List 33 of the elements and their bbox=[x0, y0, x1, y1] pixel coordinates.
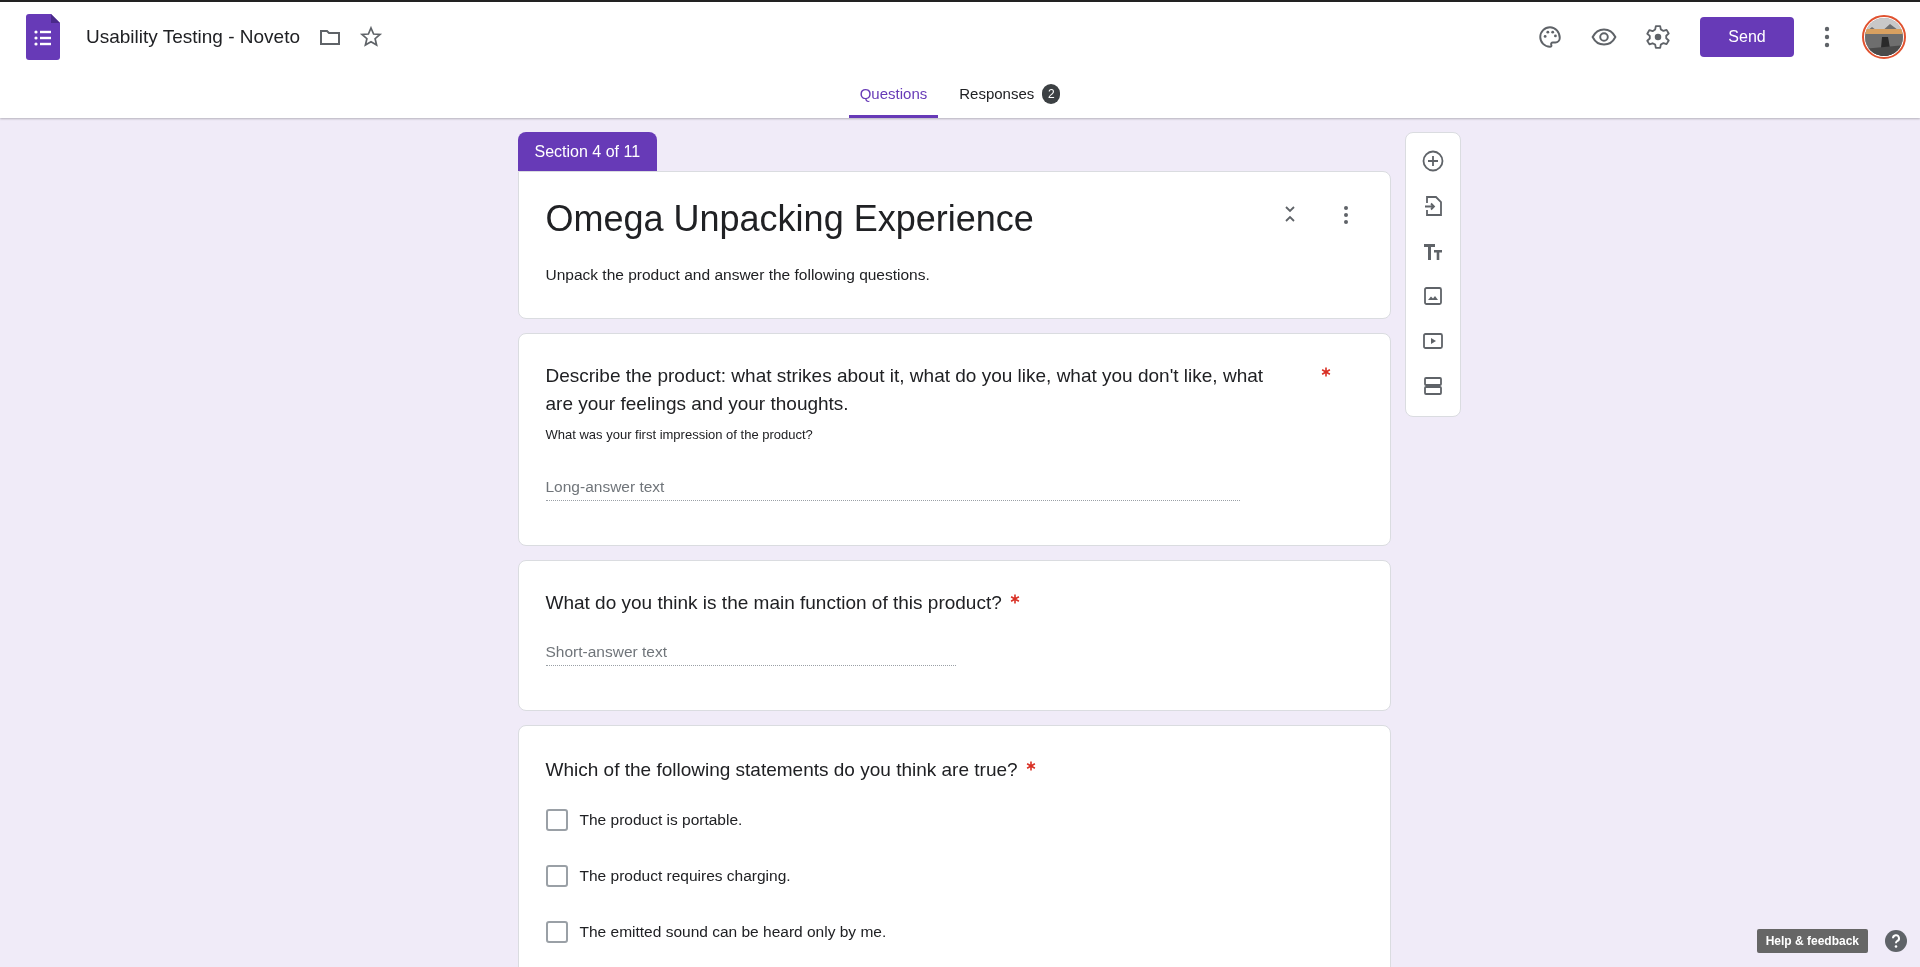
forms-logo-icon[interactable] bbox=[26, 14, 60, 60]
section-card[interactable]: Omega Unpacking Experience Unpack the product and answer the following questions. bbox=[517, 171, 1391, 319]
count-badge: 2 bbox=[1042, 83, 1061, 104]
section-description[interactable]: Unpack the product and answer the following questions. bbox=[545, 266, 1363, 284]
question-text: What do you think is the main function of this product? bbox=[545, 591, 1002, 616]
question-card[interactable]: Describe the product: what strikes about it, what do you like, what you don't like, what are your feelings and your thoughts. What was your first impression of the product? Long-answer text bbox=[517, 333, 1391, 547]
settings-icon[interactable] bbox=[1645, 24, 1671, 50]
checkbox[interactable] bbox=[545, 921, 568, 944]
question-card[interactable]: Which of the following statements do you think are true? The product is portable. The product requires charging. The emitted sound can be heard only by me. bbox=[517, 724, 1391, 967]
checkbox[interactable] bbox=[545, 865, 568, 888]
checkbox[interactable] bbox=[545, 809, 568, 832]
question-description: What was your first impression of the product? bbox=[545, 427, 814, 443]
more-options-icon[interactable] bbox=[1824, 25, 1830, 49]
palette-icon[interactable] bbox=[1537, 24, 1563, 50]
help-tooltip: Help & feedback bbox=[1756, 929, 1868, 953]
more-options-icon[interactable] bbox=[1342, 204, 1349, 226]
option-label: The product requires charging. bbox=[579, 867, 791, 886]
add-question-icon[interactable] bbox=[1420, 149, 1445, 173]
tab[interactable]: Questions bbox=[848, 72, 939, 118]
help-icon[interactable] bbox=[1884, 929, 1908, 953]
option-label: The product is portable. bbox=[579, 811, 743, 830]
question-card[interactable]: What do you think is the main function of this product? Short-answer text bbox=[517, 560, 1391, 711]
tab[interactable]: Responses 2 bbox=[948, 72, 1072, 118]
document-title[interactable]: Usability Testing - Noveto bbox=[86, 26, 301, 48]
question-text: Describe the product: what strikes about it, what do you like, what you don't like, what are your feelings and your thoughts. bbox=[545, 364, 1265, 416]
star-icon[interactable] bbox=[359, 25, 384, 49]
question-text: Which of the following statements do you think are true? bbox=[545, 757, 1018, 782]
answer-field: Short-answer text bbox=[545, 642, 956, 666]
send-button[interactable]: Send bbox=[1700, 17, 1794, 57]
section-label: Section 4 of 11 bbox=[517, 132, 658, 171]
answer-field: Long-answer text bbox=[545, 478, 1240, 502]
section-title[interactable]: Omega Unpacking Experience bbox=[545, 198, 1282, 240]
option-label: The emitted sound can be heard only by me. bbox=[579, 923, 887, 942]
